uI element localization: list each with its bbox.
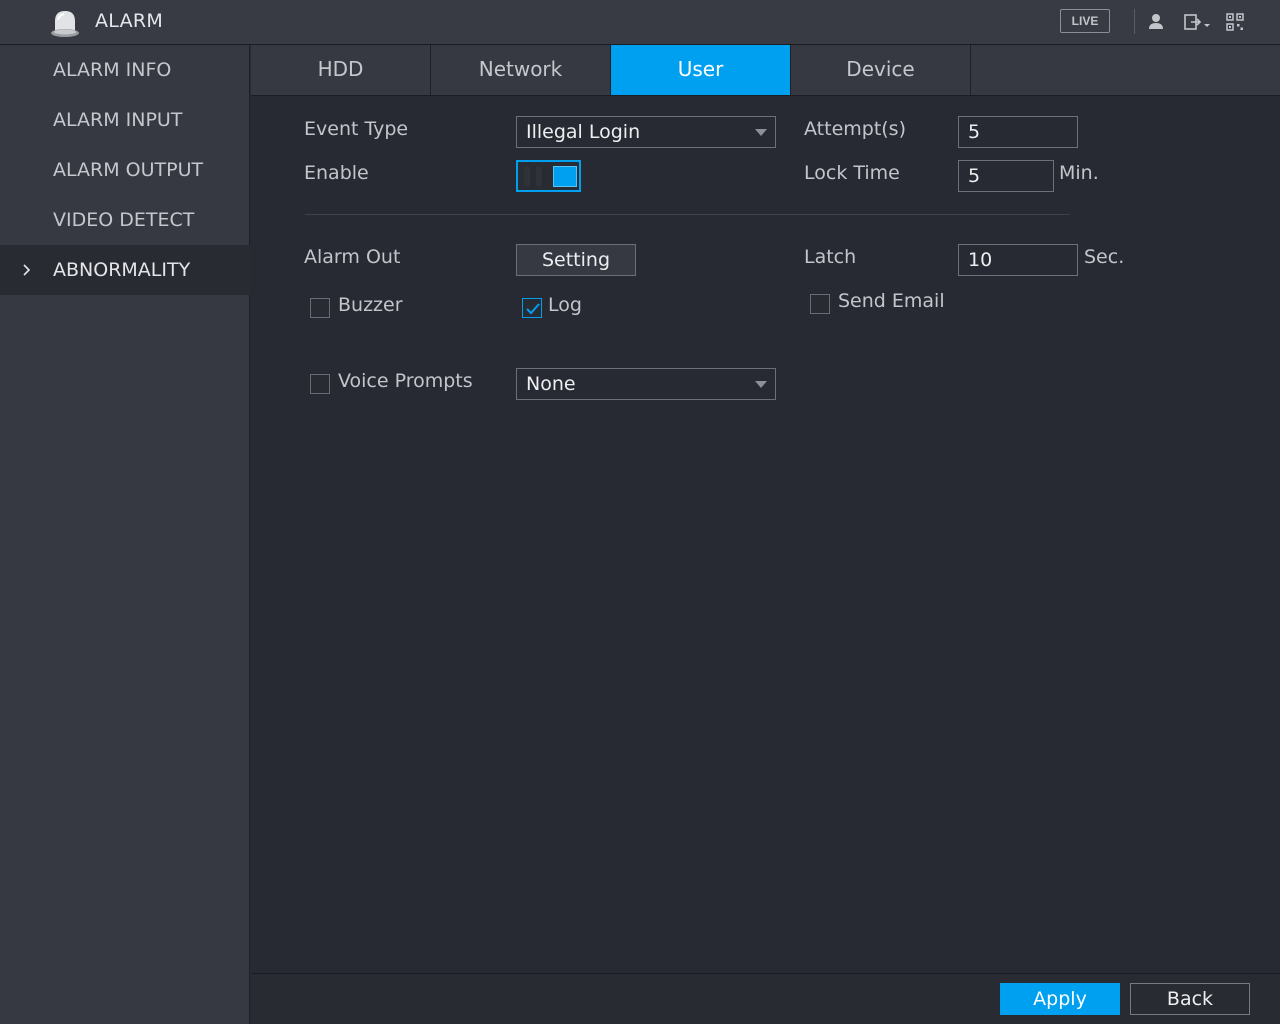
attempts-input[interactable]: 5 — [958, 116, 1078, 148]
latch-unit: Sec. — [1084, 246, 1125, 268]
live-button[interactable]: LIVE — [1060, 9, 1110, 33]
sidebar-item-video-detect[interactable]: VIDEO DETECT — [0, 195, 250, 245]
buzzer-label: Buzzer — [338, 294, 403, 316]
sidebar-item-label: ALARM OUTPUT — [53, 159, 204, 181]
log-checkbox[interactable] — [522, 298, 542, 318]
alarm-out-setting-button[interactable]: Setting — [516, 244, 636, 276]
apply-button[interactable]: Apply — [1000, 983, 1120, 1015]
voice-prompts-label: Voice Prompts — [338, 370, 473, 392]
page-title: ALARM — [95, 10, 164, 32]
sidebar-item-alarm-output[interactable]: ALARM OUTPUT — [0, 145, 250, 195]
alarm-out-label: Alarm Out — [304, 246, 401, 268]
event-type-label: Event Type — [304, 118, 409, 140]
sidebar: ALARM INFO ALARM INPUT ALARM OUTPUT VIDE… — [0, 45, 250, 1024]
toolbar-divider — [1134, 9, 1135, 34]
event-type-value: Illegal Login — [526, 121, 641, 143]
sidebar-item-alarm-input[interactable]: ALARM INPUT — [0, 95, 250, 145]
tab-user[interactable]: User — [611, 45, 791, 95]
latch-label: Latch — [804, 246, 857, 268]
qr-code-icon[interactable] — [1225, 12, 1245, 32]
sidebar-item-label: ALARM INFO — [53, 59, 172, 81]
event-type-select[interactable]: Illegal Login — [516, 116, 776, 148]
user-icon[interactable] — [1146, 12, 1166, 32]
footer-bar — [251, 973, 1280, 1024]
send-email-label: Send Email — [838, 290, 945, 312]
buzzer-checkbox[interactable] — [310, 298, 330, 318]
sidebar-item-alarm-info[interactable]: ALARM INFO — [0, 45, 250, 95]
dropdown-arrow-icon — [755, 129, 767, 136]
voice-prompts-value: None — [526, 373, 576, 395]
log-label: Log — [548, 294, 582, 316]
latch-input[interactable]: 10 — [958, 244, 1078, 276]
enable-toggle[interactable] — [516, 160, 581, 192]
top-bar: ALARM LIVE — [0, 0, 1280, 45]
attempts-label: Attempt(s) — [804, 118, 906, 140]
sidebar-item-label: VIDEO DETECT — [53, 209, 195, 231]
tab-device[interactable]: Device — [791, 45, 971, 95]
toggle-knob — [553, 166, 577, 187]
checkmark-icon — [526, 303, 540, 315]
sidebar-item-label: ALARM INPUT — [53, 109, 183, 131]
chevron-right-icon — [23, 264, 31, 276]
toggle-track — [524, 167, 548, 186]
dropdown-arrow-icon — [755, 381, 767, 388]
lock-time-input[interactable]: 5 — [958, 160, 1054, 192]
lock-time-label: Lock Time — [804, 162, 900, 184]
back-button[interactable]: Back — [1130, 983, 1250, 1015]
enable-label: Enable — [304, 162, 369, 184]
logout-icon[interactable] — [1183, 12, 1213, 32]
section-divider — [305, 214, 1070, 215]
lock-time-unit: Min. — [1059, 162, 1099, 184]
tab-bar: HDD Network User Device — [251, 45, 1280, 96]
tab-network[interactable]: Network — [431, 45, 611, 95]
voice-prompts-checkbox[interactable] — [310, 374, 330, 394]
alarm-bell-icon — [51, 11, 79, 37]
sidebar-item-abnormality[interactable]: ABNORMALITY — [0, 245, 250, 295]
tab-hdd[interactable]: HDD — [251, 45, 431, 95]
voice-prompts-select[interactable]: None — [516, 368, 776, 400]
send-email-checkbox[interactable] — [810, 294, 830, 314]
sidebar-item-label: ABNORMALITY — [53, 259, 191, 281]
